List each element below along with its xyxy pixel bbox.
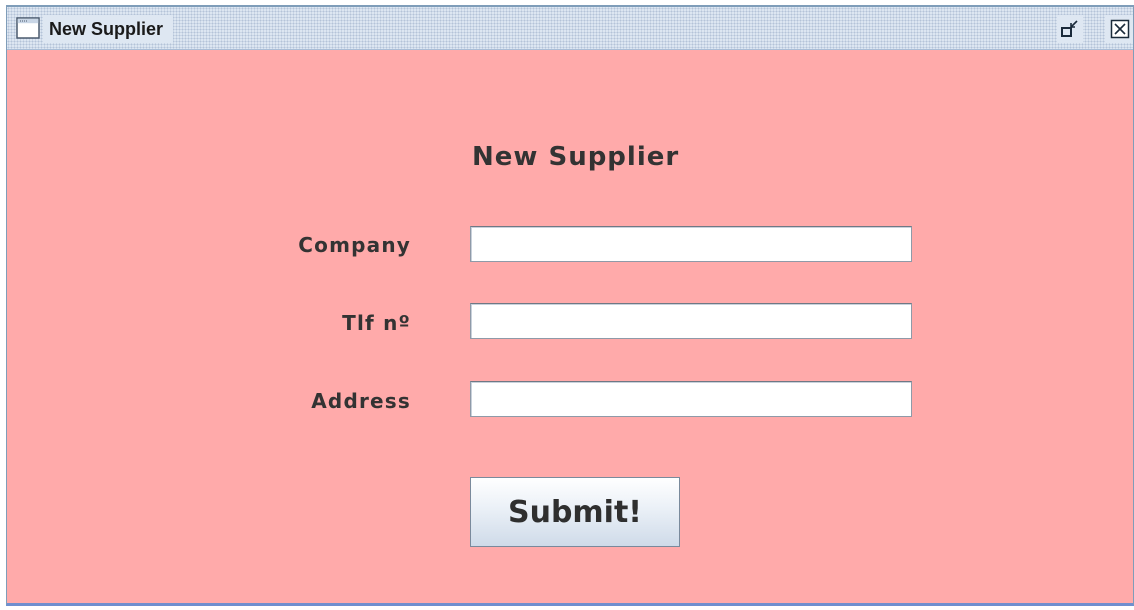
submit-button[interactable]: Submit!: [470, 477, 680, 547]
restore-button[interactable]: [1057, 15, 1083, 43]
form-heading: New Supplier: [472, 142, 680, 172]
address-label: Address: [311, 389, 411, 413]
app-window: New Supplier New Supplier Company Tlf nº…: [6, 5, 1134, 606]
phone-label: Tlf nº: [342, 311, 411, 335]
close-icon: [1110, 19, 1130, 39]
company-input[interactable]: [470, 226, 912, 262]
company-label: Company: [298, 233, 411, 257]
title-bar[interactable]: New Supplier: [7, 7, 1133, 50]
close-button[interactable]: [1105, 15, 1133, 43]
window-title: New Supplier: [43, 15, 174, 43]
restore-icon: [1061, 20, 1078, 37]
phone-input[interactable]: [470, 303, 912, 339]
window-icon: [16, 17, 40, 39]
address-input[interactable]: [470, 381, 912, 417]
form-panel: New Supplier Company Tlf nº Address Subm…: [7, 50, 1133, 603]
